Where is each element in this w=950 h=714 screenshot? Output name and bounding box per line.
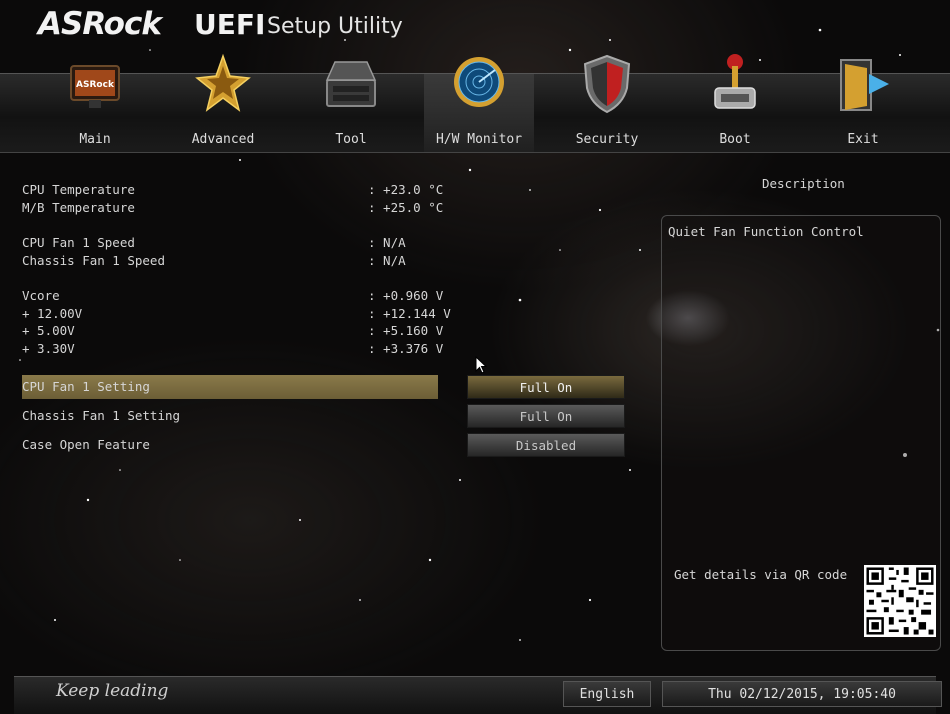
tab-tool-label: Tool: [335, 132, 367, 147]
language-button[interactable]: English: [563, 681, 651, 707]
mb-temperature-label: M/B Temperature: [22, 200, 135, 215]
cpu-fan-setting-select[interactable]: Full On: [467, 375, 625, 399]
tab-main-label: Main: [79, 132, 111, 147]
tab-exit[interactable]: Exit: [808, 59, 918, 152]
cpu-fan-speed-label: CPU Fan 1 Speed: [22, 235, 135, 250]
cpu-temperature-value: : +23.0 °C: [368, 182, 444, 197]
cpu-fan-speed-value: : N/A: [368, 235, 406, 250]
v33-value: : +3.376 V: [368, 341, 444, 356]
vcore-label: Vcore: [22, 288, 60, 303]
case-open-feature-select[interactable]: Disabled: [467, 433, 625, 457]
keep-leading-slogan: Keep leading: [56, 681, 169, 701]
v12-label: + 12.00V: [22, 306, 83, 321]
star-icon: [195, 53, 251, 112]
setup-utility-title: Setup Utility: [267, 14, 403, 39]
tab-advanced-label: Advanced: [191, 132, 255, 147]
datetime-display: Thu 02/12/2015, 19:05:40: [662, 681, 942, 707]
tab-boot[interactable]: Boot: [680, 54, 790, 152]
cpu-fan-setting-label: CPU Fan 1 Setting: [22, 379, 150, 394]
tab-exit-label: Exit: [847, 132, 879, 147]
tab-security-label: Security: [575, 132, 639, 147]
shield-icon: [583, 54, 631, 114]
chassis-fan-setting-label: Chassis Fan 1 Setting: [22, 408, 181, 423]
description-text: Quiet Fan Function Control: [668, 224, 864, 239]
tab-security[interactable]: Security: [552, 54, 662, 152]
chassis-fan-setting-select[interactable]: Full On: [467, 404, 625, 428]
toolbox-icon: [325, 61, 377, 107]
qr-code-caption: Get details via QR code: [674, 567, 848, 582]
radar-icon: [454, 57, 504, 107]
vcore-value: : +0.960 V: [368, 288, 444, 303]
svg-text:ASRock: ASRock: [76, 80, 115, 90]
tab-tool[interactable]: Tool: [296, 61, 406, 152]
description-title: Description: [762, 176, 845, 191]
tab-boot-label: Boot: [719, 132, 751, 147]
mb-temperature-value: : +25.0 °C: [368, 200, 444, 215]
asrock-logo: ASRock: [38, 6, 162, 42]
tab-advanced[interactable]: Advanced: [168, 53, 278, 152]
case-open-feature-label: Case Open Feature: [22, 437, 150, 452]
joystick-icon: [714, 54, 756, 109]
case-open-feature-row[interactable]: Case Open Feature: [22, 433, 438, 457]
cpu-temperature-label: CPU Temperature: [22, 182, 135, 197]
chassis-fan-speed-value: : N/A: [368, 253, 406, 268]
chassis-fan-setting-row[interactable]: Chassis Fan 1 Setting: [22, 404, 438, 428]
tab-hw-monitor[interactable]: H/W Monitor: [424, 57, 534, 152]
v12-value: : +12.144 V: [368, 306, 451, 321]
qr-code-icon: [864, 565, 936, 637]
v5-label: + 5.00V: [22, 323, 75, 338]
tab-main[interactable]: ASRock Main: [40, 65, 150, 152]
exit-door-icon: [840, 59, 889, 111]
uefi-title: UEFI: [194, 8, 266, 41]
monitor-icon: ASRock: [70, 65, 120, 108]
chassis-fan-speed-label: Chassis Fan 1 Speed: [22, 253, 165, 268]
main-tab-bar: ASRock Main Advanced Tool H/W Monitor Se…: [0, 53, 950, 153]
v33-label: + 3.30V: [22, 341, 75, 356]
v5-value: : +5.160 V: [368, 323, 444, 338]
mouse-cursor-icon: [475, 356, 487, 374]
tab-hw-monitor-label: H/W Monitor: [435, 132, 523, 147]
cpu-fan-setting-row[interactable]: CPU Fan 1 Setting: [22, 375, 438, 399]
